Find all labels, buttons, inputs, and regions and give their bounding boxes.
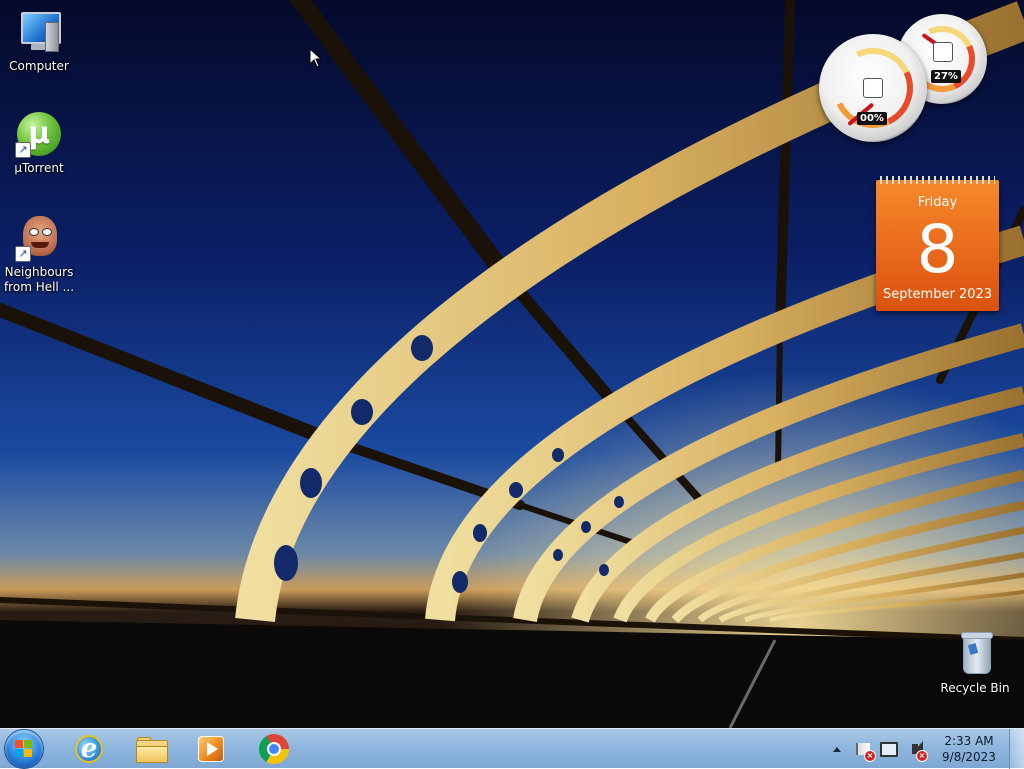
desktop-icon-label: µTorrent: [14, 161, 64, 175]
calendar-day-number: 8: [916, 211, 959, 288]
shortcut-arrow-icon: ↗: [15, 142, 31, 158]
desktop-icon-label: Recycle Bin: [940, 681, 1010, 695]
folder-icon: [136, 737, 168, 763]
calendar-month-year: September 2023: [882, 287, 993, 302]
calendar-day-of-week: Friday: [917, 195, 958, 210]
cpu-chip-icon: [863, 78, 883, 98]
clock[interactable]: 2:33 AM 9/8/2023: [934, 733, 1004, 765]
desktop-icon-label: Computer: [9, 59, 69, 73]
desktop[interactable]: Computer µ ↗ µTorrent ↗ Neighbours from …: [0, 0, 1024, 728]
show-hidden-icons-button[interactable]: [827, 739, 847, 759]
desktop-icon-recycle-bin[interactable]: Recycle Bin: [937, 630, 1013, 696]
memory-chip-icon: [933, 42, 953, 62]
taskbar-internet-explorer-button[interactable]: e: [60, 731, 118, 767]
memory-usage-readout: 27%: [931, 70, 961, 83]
taskbar-windows-explorer-button[interactable]: [122, 731, 180, 767]
network-icon: [880, 741, 898, 757]
muted-badge-icon: ×: [917, 751, 927, 761]
action-center-button[interactable]: ×: [853, 739, 875, 761]
media-player-icon: [198, 736, 224, 762]
internet-explorer-icon: e: [75, 735, 103, 763]
taskbar-media-player-button[interactable]: [182, 731, 240, 767]
desktop-icon-neighbours-from-hell[interactable]: ↗ Neighbours from Hell ...: [1, 214, 77, 295]
start-button[interactable]: [5, 730, 43, 768]
game-face-icon: ↗: [15, 214, 63, 262]
taskbar: e × × 2:33 AM 9/8/2023: [0, 728, 1024, 769]
error-badge-icon: ×: [865, 751, 875, 761]
shortcut-arrow-icon: ↗: [15, 246, 31, 262]
notification-area: × × 2:33 AM 9/8/2023: [824, 729, 1004, 769]
desktop-icon-label: Neighbours from Hell ...: [3, 265, 75, 294]
cpu-usage-readout: 00%: [857, 112, 887, 125]
clock-date: 9/8/2023: [942, 750, 996, 764]
recycle-bin-icon: [951, 630, 999, 678]
windows-start-orb-icon: [15, 740, 33, 758]
show-desktop-button[interactable]: [1009, 729, 1024, 769]
network-button[interactable]: [879, 739, 899, 759]
calendar-rings: [880, 176, 995, 184]
computer-icon: [15, 8, 63, 56]
chrome-icon: [259, 734, 289, 764]
calendar-gadget[interactable]: Friday 8 September 2023: [876, 176, 999, 311]
desktop-icon-computer[interactable]: Computer: [1, 8, 77, 74]
mouse-pointer-icon: [309, 48, 323, 68]
volume-button[interactable]: ×: [905, 739, 927, 761]
taskbar-chrome-button[interactable]: [245, 731, 303, 767]
cpu-gauge: 00%: [819, 34, 927, 142]
show-hidden-icons-icon: [833, 746, 841, 752]
utorrent-icon: µ ↗: [15, 110, 63, 158]
desktop-icon-utorrent[interactable]: µ ↗ µTorrent: [1, 110, 77, 176]
clock-time: 2:33 AM: [944, 734, 994, 748]
